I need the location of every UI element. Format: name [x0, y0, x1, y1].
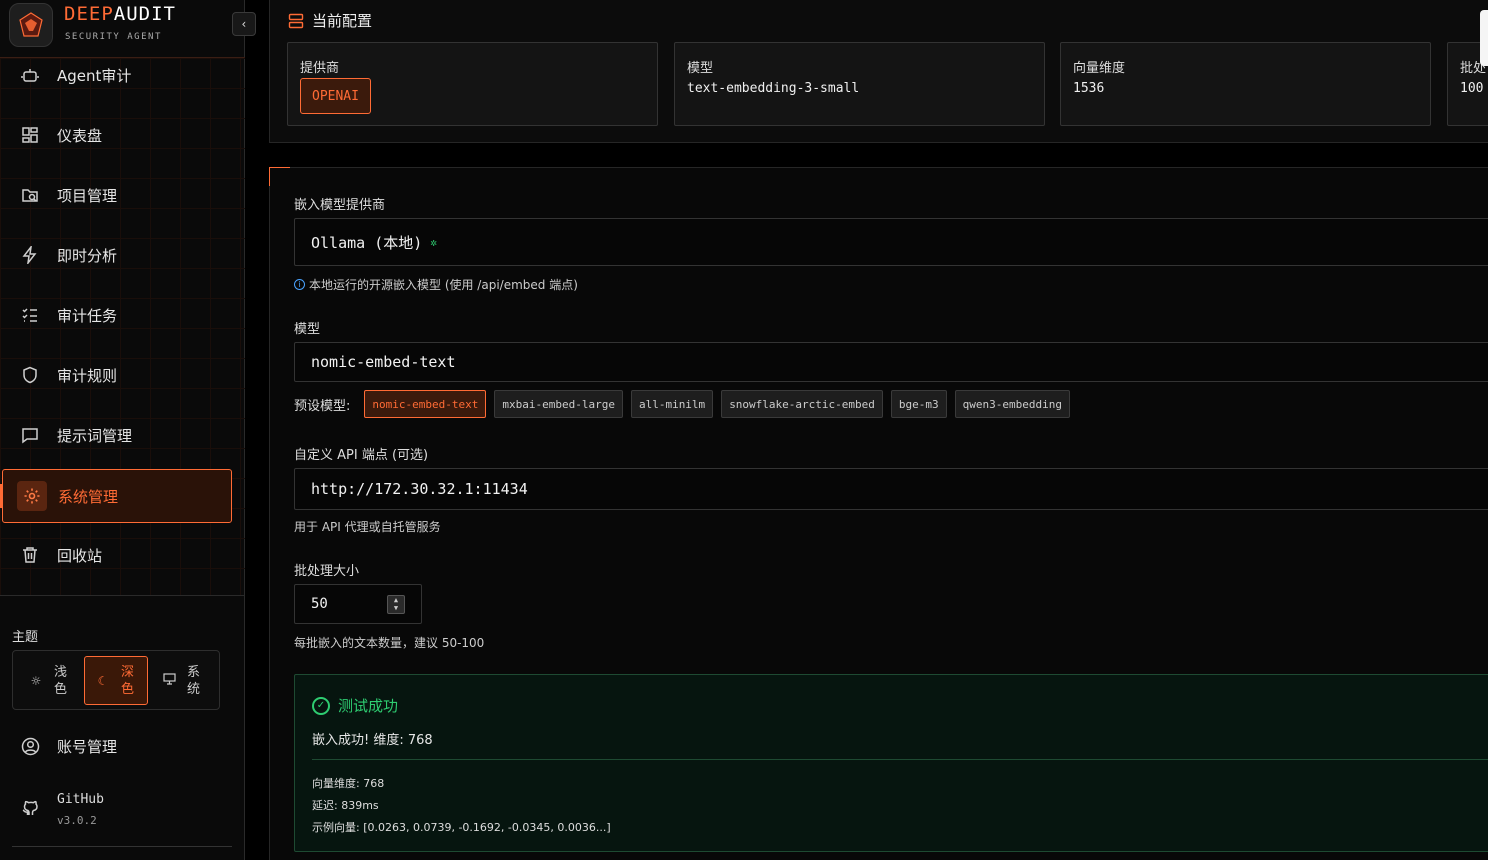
test-result-title: ✓ 测试成功 [312, 695, 398, 716]
theme-light-button[interactable]: ☼ 浅色 [18, 656, 82, 705]
divider [12, 846, 232, 847]
batch-size-label: 批处理大小 [294, 564, 360, 579]
result-sample-vector: 示例向量: [0.0263, 0.0739, -0.1692, -0.0345,… [312, 821, 611, 834]
server-icon [288, 13, 304, 29]
user-circle-icon [20, 736, 40, 756]
sidebar-item-dashboard[interactable]: 仪表盘 [0, 107, 245, 163]
current-config-panel: 当前配置 提供商 OPENAI 模型 text-embedding-3-smal… [269, 0, 1488, 143]
divider [312, 759, 1488, 760]
trash-icon [20, 545, 40, 565]
preset-chip-nomic-embed-text[interactable]: nomic-embed-text [364, 390, 487, 418]
sidebar-nav: Agent审计 仪表盘 项目管理 即时分析 审计任务 审计规则 提示词管理 系统… [0, 58, 245, 596]
bot-icon [20, 65, 40, 85]
app-window: DEEPAUDIT SECURITY AGENT ‹ Agent审计 仪表盘 项… [0, 0, 1488, 860]
test-result-panel: ✓ 测试成功 嵌入成功! 维度: 768 向量维度: 768 延迟: 839ms… [294, 674, 1488, 852]
monitor-icon [161, 673, 177, 688]
chevron-left-icon: ‹ [240, 17, 248, 31]
sidebar: DEEPAUDIT SECURITY AGENT ‹ Agent审计 仪表盘 项… [0, 0, 256, 860]
collapse-sidebar-button[interactable]: ‹ [232, 12, 256, 36]
endpoint-hint: 用于 API 代理或自托管服务 [294, 520, 441, 534]
logo [9, 3, 53, 47]
sidebar-item-label: 仪表盘 [57, 126, 103, 145]
sidebar-item-system[interactable]: 系统管理 [0, 469, 232, 523]
theme-switcher: ☼ 浅色 ☾ 深色 系统 [12, 650, 220, 710]
preset-chip-snowflake-arctic-embed[interactable]: snowflake-arctic-embed [721, 390, 883, 418]
test-result-message: 嵌入成功! 维度: 768 [312, 733, 433, 748]
folder-icon [20, 185, 40, 205]
sidebar-item-label: 系统管理 [58, 487, 119, 506]
scrollbar-thumb[interactable] [1480, 10, 1488, 66]
preset-chip-qwen3-embedding[interactable]: qwen3-embedding [954, 390, 1070, 418]
result-dimension: 向量维度: 768 [312, 777, 385, 790]
config-card-model: 模型 text-embedding-3-small [674, 42, 1045, 126]
stepper-arrows-icon[interactable]: ▲ ▼ [387, 595, 405, 614]
github-icon [20, 798, 40, 818]
sun-icon: ☼ [30, 673, 42, 688]
info-icon: i [294, 279, 305, 290]
brand-name: DEEPAUDIT [64, 3, 176, 25]
provider-select[interactable]: Ollama (本地) ✲ [294, 218, 1488, 266]
sidebar-item-label: 审计任务 [57, 306, 118, 325]
embedding-settings-form: 嵌入模型提供商 Ollama (本地) ✲ i 本地运行的开源嵌入模型 (使用 … [269, 167, 1488, 860]
theme-system-button[interactable]: 系统 [151, 656, 215, 705]
sidebar-item-agent-audit[interactable]: Agent审计 [0, 47, 245, 103]
sidebar-item-label: 即时分析 [57, 246, 118, 265]
preset-chip-mxbai-embed-large[interactable]: mxbai-embed-large [494, 390, 623, 418]
theme-dark-button[interactable]: ☾ 深色 [84, 656, 148, 705]
account-management-link[interactable]: 账号管理 [0, 735, 245, 757]
config-card-provider: 提供商 OPENAI [287, 42, 658, 126]
batch-size-input[interactable]: 50 ▲ ▼ [294, 584, 422, 624]
endpoint-label: 自定义 API 端点 (可选) [294, 448, 429, 463]
version-label: v3.0.2 [57, 814, 97, 827]
preset-chip-bge-m3[interactable]: bge-m3 [890, 390, 947, 418]
config-title: 当前配置 [288, 10, 372, 31]
github-label: GitHub [57, 792, 104, 807]
sidebar-item-label: Agent审计 [57, 66, 132, 85]
preset-models: 预设模型: nomic-embed-text mxbai-embed-large… [294, 390, 1078, 418]
gear-icon [17, 481, 47, 511]
provider-hint: i 本地运行的开源嵌入模型 (使用 /api/embed 端点) [294, 276, 578, 293]
preset-chip-all-minilm[interactable]: all-minilm [630, 390, 714, 418]
sidebar-item-prompts[interactable]: 提示词管理 [0, 407, 245, 463]
config-card-dimension: 向量维度 1536 [1060, 42, 1431, 126]
chat-icon [20, 425, 40, 445]
sidebar-item-audit-rules[interactable]: 审计规则 [0, 347, 245, 403]
provider-badge: OPENAI [300, 78, 371, 114]
task-list-icon [20, 305, 40, 325]
endpoint-input[interactable]: http://172.30.32.1:11434 [294, 468, 1488, 510]
brand-subtitle: SECURITY AGENT [65, 32, 162, 42]
dashboard-icon [20, 125, 40, 145]
model-label: 模型 [294, 322, 321, 337]
sidebar-item-recycle-bin[interactable]: 回收站 [0, 527, 245, 583]
model-input[interactable]: nomic-embed-text [294, 342, 1488, 382]
result-latency: 延迟: 839ms [312, 799, 379, 812]
sidebar-item-instant-analysis[interactable]: 即时分析 [0, 227, 245, 283]
moon-icon: ☾ [97, 673, 109, 688]
batch-size-hint: 每批嵌入的文本数量，建议 50-100 [294, 636, 485, 650]
sidebar-item-label: 提示词管理 [57, 426, 133, 445]
main-content: 当前配置 提供商 OPENAI 模型 text-embedding-3-smal… [245, 0, 1488, 860]
sidebar-item-label: 回收站 [57, 546, 103, 565]
sidebar-item-projects[interactable]: 项目管理 [0, 167, 245, 223]
logo-icon [19, 12, 43, 37]
sidebar-item-label: 审计规则 [57, 366, 118, 385]
provider-label: 嵌入模型提供商 [294, 198, 386, 213]
status-dot-icon: ✲ [430, 235, 437, 249]
theme-title: 主题 [12, 630, 39, 645]
lightning-icon [20, 245, 40, 265]
github-link[interactable] [0, 797, 245, 819]
sidebar-item-audit-tasks[interactable]: 审计任务 [0, 287, 245, 343]
check-circle-icon: ✓ [312, 696, 330, 715]
shield-icon [20, 365, 40, 385]
sidebar-item-label: 项目管理 [57, 186, 118, 205]
